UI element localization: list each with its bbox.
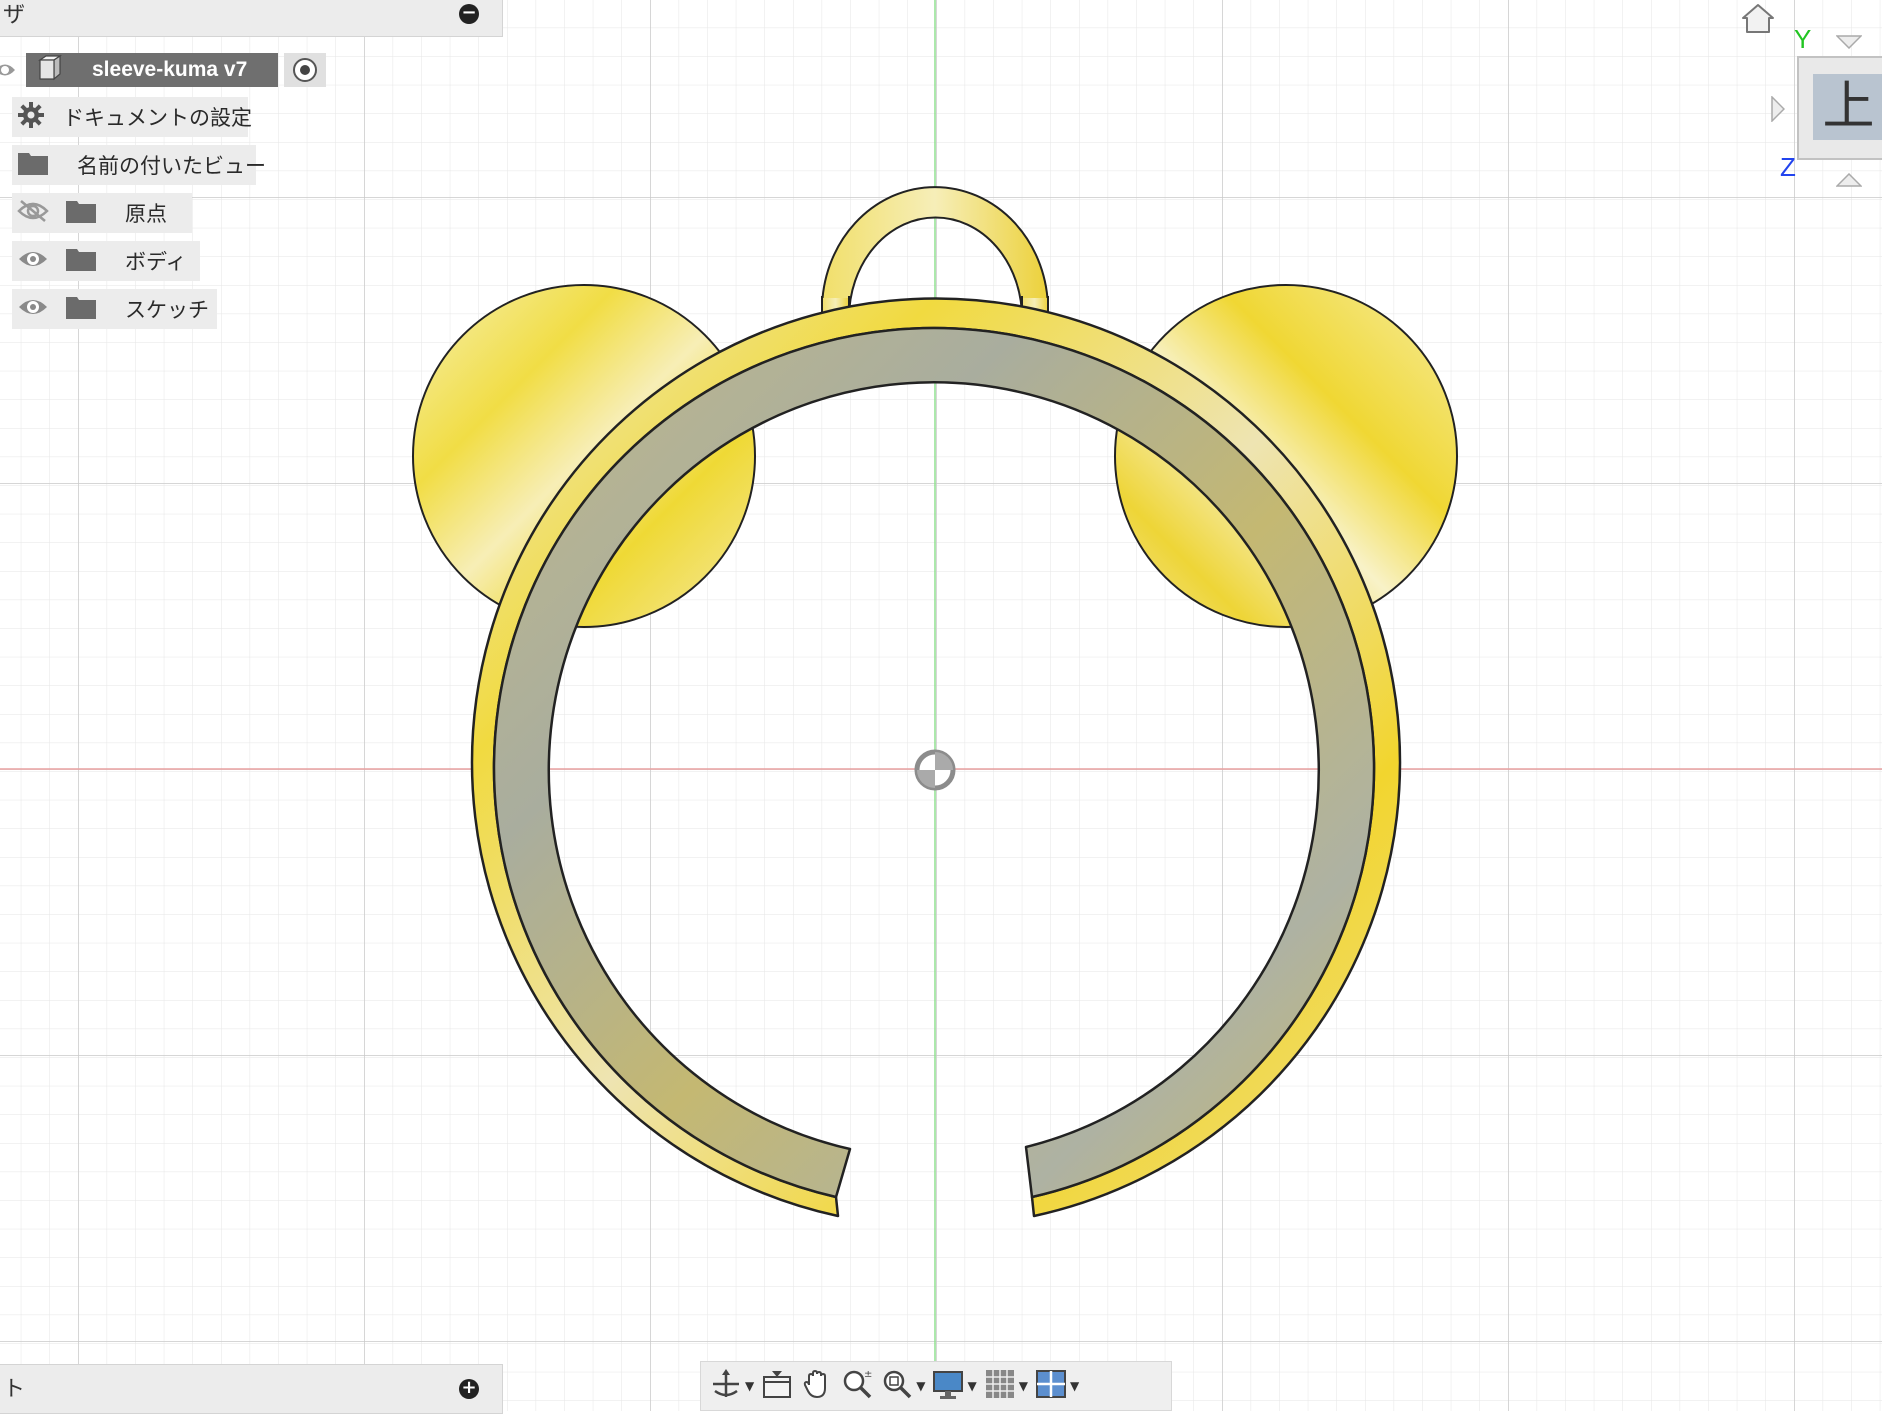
- grid-icon: [983, 1367, 1017, 1405]
- navigation-toolbar: ▼ ± ▼ ▼ ▼ ▼: [700, 1361, 1172, 1411]
- folder-icon: [65, 246, 97, 276]
- look-at-button[interactable]: [760, 1367, 794, 1405]
- orbit-dropdown-icon[interactable]: ▼: [745, 1379, 754, 1393]
- tree-item-sketches[interactable]: スケッチ: [12, 289, 217, 329]
- comments-panel-title: ト: [3, 1377, 26, 1402]
- viewports-button[interactable]: ▼: [1034, 1367, 1079, 1405]
- display-settings-icon: [931, 1367, 965, 1405]
- look-at-icon: [760, 1367, 794, 1405]
- comments-panel-header: ト +: [0, 1364, 503, 1414]
- fit-icon: [880, 1367, 914, 1405]
- svg-text:±: ±: [864, 1369, 872, 1380]
- gear-icon: [17, 101, 45, 133]
- tree-item-label: 名前の付いたビュー: [77, 154, 266, 178]
- expand-comments-button[interactable]: +: [459, 1379, 479, 1399]
- home-icon: [1740, 4, 1776, 38]
- activate-document-button[interactable]: [284, 53, 326, 87]
- pan-button[interactable]: [800, 1367, 834, 1405]
- document-name: sleeve-kuma v7: [92, 58, 248, 81]
- axis-z-label: Z: [1780, 152, 1796, 182]
- folder-icon: [65, 294, 97, 324]
- tree-item-origin[interactable]: 原点: [12, 193, 192, 233]
- canvas-viewport[interactable]: [0, 0, 1882, 1411]
- fit-button[interactable]: ▼: [880, 1367, 925, 1405]
- document-visibility-icon[interactable]: [0, 62, 16, 82]
- grid-dropdown-icon[interactable]: ▼: [1019, 1379, 1028, 1393]
- tree-item-bodies[interactable]: ボディ: [12, 241, 200, 281]
- viewcube-top-face[interactable]: 上: [1813, 74, 1882, 140]
- folder-icon: [65, 198, 97, 228]
- viewports-dropdown-icon[interactable]: ▼: [1070, 1379, 1079, 1393]
- orbit-icon: [709, 1367, 743, 1405]
- display-settings-dropdown-icon[interactable]: ▼: [967, 1379, 976, 1393]
- viewcube[interactable]: 上: [1797, 56, 1882, 160]
- viewcube-face-label: 上: [1822, 77, 1875, 137]
- rotate-up-arrow-icon[interactable]: [1835, 172, 1863, 191]
- minimize-panel-button[interactable]: −: [459, 4, 479, 24]
- tree-item-label: ドキュメントの設定: [63, 106, 252, 130]
- zoom-icon: ±: [840, 1367, 874, 1405]
- eye-icon[interactable]: [17, 295, 49, 323]
- tree-item-label: ボディ: [125, 250, 187, 274]
- home-view-button[interactable]: [1740, 2, 1776, 34]
- component-box-icon: [34, 54, 64, 86]
- axis-y-label: Y: [1794, 24, 1812, 54]
- browser-panel-header: ザ −: [0, 0, 503, 37]
- grid-settings-button[interactable]: ▼: [983, 1367, 1028, 1405]
- eye-hidden-icon[interactable]: [17, 199, 49, 227]
- fit-dropdown-icon[interactable]: ▼: [916, 1379, 925, 1393]
- pan-icon: [800, 1367, 834, 1405]
- tree-item-label: 原点: [125, 202, 167, 226]
- tree-item-document-settings[interactable]: ドキュメントの設定: [12, 97, 252, 137]
- zoom-button[interactable]: ±: [840, 1367, 874, 1405]
- browser-panel-title: ザ: [3, 3, 26, 28]
- rotate-down-arrow-icon[interactable]: [1835, 34, 1863, 53]
- eye-icon[interactable]: [17, 247, 49, 275]
- display-settings-button[interactable]: ▼: [931, 1367, 977, 1405]
- folder-icon: [17, 150, 49, 180]
- rotate-left-arrow-icon[interactable]: [1771, 95, 1786, 126]
- origin-marker: [914, 749, 956, 791]
- document-node[interactable]: sleeve-kuma v7: [26, 53, 278, 87]
- viewports-icon: [1034, 1367, 1068, 1405]
- tree-item-label: スケッチ: [125, 298, 209, 322]
- orbit-button[interactable]: ▼: [709, 1367, 754, 1405]
- tree-item-named-views[interactable]: 名前の付いたビュー: [12, 145, 266, 185]
